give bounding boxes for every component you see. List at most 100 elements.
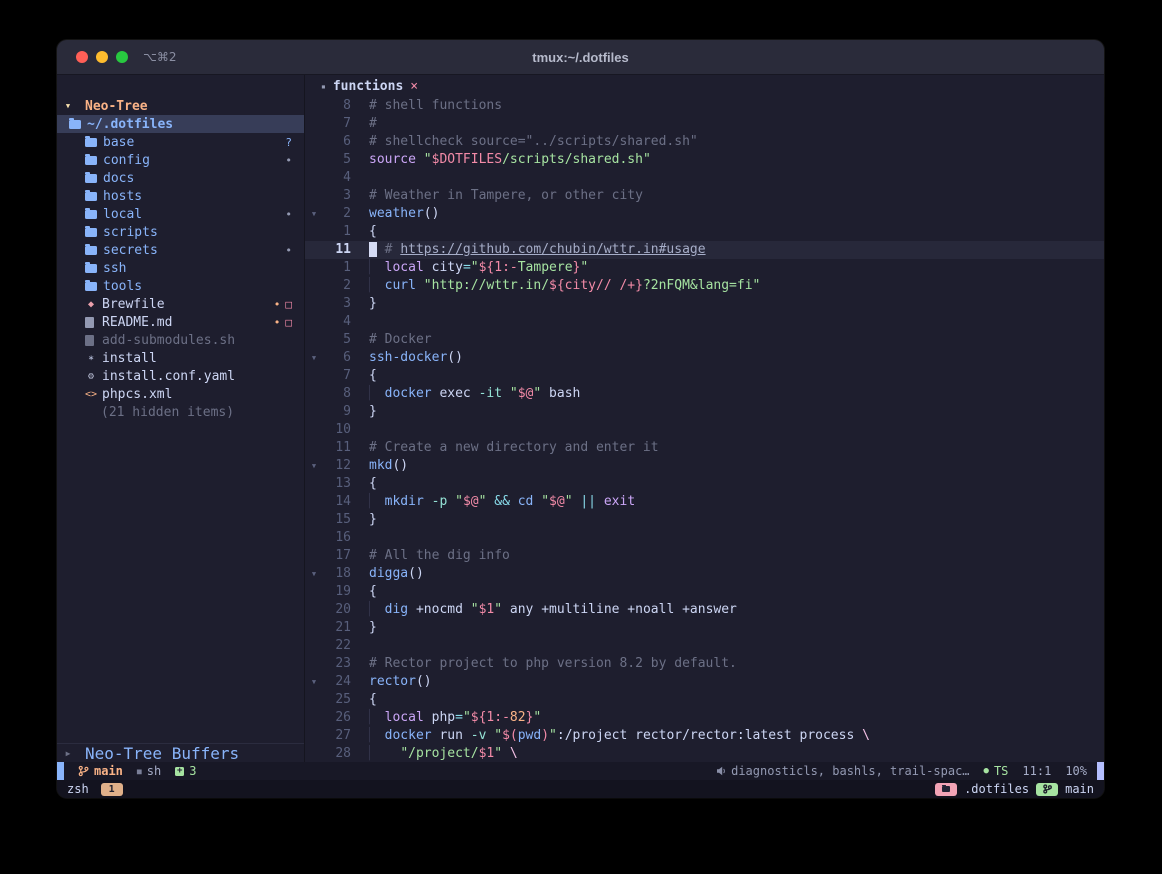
code-token: # shellcheck source="../scripts/shared.s… [369, 134, 698, 149]
line-number: 11 [323, 439, 351, 457]
terminal-window: ⌥⌘2 tmux:~/.dotfiles ▼ Neo-Tree ~/.dotfi… [57, 40, 1104, 798]
neo-tree-buffers-section[interactable]: ▶ Neo-Tree Buffers [57, 744, 304, 762]
tree-item-ssh[interactable]: ssh [57, 259, 304, 277]
code-line[interactable]: 11 # https://github.com/chubin/wttr.in#u… [305, 241, 1104, 259]
code-token: () [416, 674, 432, 689]
code-line[interactable]: 15} [305, 511, 1104, 529]
tree-item-label: docs [103, 171, 134, 186]
code-line[interactable]: 7{ [305, 367, 1104, 385]
fold-indicator[interactable]: ▼ [305, 457, 323, 475]
code-token: } [369, 620, 377, 635]
code-token: ▏ [369, 494, 385, 509]
code-token: docker [385, 386, 432, 401]
code-line[interactable]: 19{ [305, 583, 1104, 601]
code-area[interactable]: 8# shell functions7#6 # shellcheck source… [305, 97, 1104, 762]
code-token: () [392, 458, 408, 473]
code-line[interactable]: 6 # shellcheck source="../scripts/shared.… [305, 133, 1104, 151]
fold-indicator[interactable]: ▼ [305, 673, 323, 691]
sidebar-bottom: ▶ Neo-Tree Buffers [57, 743, 304, 762]
line-number: 10 [323, 421, 351, 439]
code-line[interactable]: 5# Docker [305, 331, 1104, 349]
code-line[interactable]: 22 [305, 637, 1104, 655]
line-text: # Weather in Tampere, or other city [369, 187, 643, 205]
code-line[interactable]: 8▏ docker exec -it "$@" bash [305, 385, 1104, 403]
code-line[interactable]: 11# Create a new directory and enter it [305, 439, 1104, 457]
code-line[interactable]: 17# All the dig info [305, 547, 1104, 565]
code-line[interactable]: 27▏ docker run -v "$(pwd)":/project rect… [305, 727, 1104, 745]
code-line[interactable]: 8# shell functions [305, 97, 1104, 115]
code-token: "http://wttr.in/ [424, 278, 549, 293]
code-line[interactable]: 3} [305, 295, 1104, 313]
code-line[interactable]: 5source "$DOTFILES/scripts/shared.sh" [305, 151, 1104, 169]
tree-item--.dotfiles[interactable]: ~/.dotfiles [57, 115, 304, 133]
tree-item-base[interactable]: base? [57, 133, 304, 151]
code-token [502, 386, 510, 401]
tmux-window-index-badge[interactable]: 1 [101, 783, 123, 796]
tree-item-brewfile[interactable]: ◆Brewfile•□ [57, 295, 304, 313]
code-line[interactable]: ▼6ssh-docker() [305, 349, 1104, 367]
tree-item-add-submodules.sh[interactable]: add-submodules.sh [57, 331, 304, 349]
tree-item-label: install.conf.yaml [102, 369, 235, 384]
tab-close-icon[interactable]: × [410, 79, 418, 94]
folder-icon [942, 786, 950, 792]
code-token: exec [432, 386, 479, 401]
code-line[interactable]: 3# Weather in Tampere, or other city [305, 187, 1104, 205]
code-token: curl [385, 278, 416, 293]
code-line[interactable]: 9} [305, 403, 1104, 421]
tree-item-install[interactable]: ∗install [57, 349, 304, 367]
tree-item-secrets[interactable]: secrets• [57, 241, 304, 259]
line-number: 6 [323, 133, 351, 151]
code-line[interactable]: ▼24rector() [305, 673, 1104, 691]
tab-functions[interactable]: ▪ functions × [321, 79, 418, 94]
line-text: mkd() [369, 457, 408, 475]
line-number: 5 [323, 151, 351, 169]
line-text: ▏ curl "http://wttr.in/${city// /+}?2nFQ… [369, 277, 760, 295]
fold-indicator[interactable]: ▼ [305, 205, 323, 223]
lsp-clients-list: diagnosticls, bashls, trail-spac… [731, 764, 969, 778]
tmux-directory-label: .dotfiles [964, 782, 1029, 796]
code-token [447, 494, 455, 509]
tree-item-docs[interactable]: docs [57, 169, 304, 187]
code-line[interactable]: ▼12mkd() [305, 457, 1104, 475]
code-line[interactable]: 7# [305, 115, 1104, 133]
tree-item-scripts[interactable]: scripts [57, 223, 304, 241]
fold-indicator[interactable]: ▼ [305, 349, 323, 367]
code-token [424, 494, 432, 509]
zoom-window-button[interactable] [116, 51, 128, 63]
tree-item-readme.md[interactable]: README.md•□ [57, 313, 304, 331]
tree-item-config[interactable]: config• [57, 151, 304, 169]
tree-item-local[interactable]: local• [57, 205, 304, 223]
scroll-progress: 10% [1065, 764, 1087, 778]
fold-indicator[interactable]: ▼ [305, 565, 323, 583]
code-line[interactable]: 16 [305, 529, 1104, 547]
code-line[interactable]: 1▏ local city="${1:-Tampere}" [305, 259, 1104, 277]
code-line[interactable]: 28▏ "/project/$1" \ [305, 745, 1104, 762]
code-line[interactable]: ▼18digga() [305, 565, 1104, 583]
code-line[interactable]: 2▏ curl "http://wttr.in/${city// /+}?2nF… [305, 277, 1104, 295]
code-line[interactable]: 13{ [305, 475, 1104, 493]
tree-item-hosts[interactable]: hosts [57, 187, 304, 205]
fold-indicator [305, 727, 323, 745]
tree-item-label: hosts [103, 189, 142, 204]
tree-item-install.conf.yaml[interactable]: ⚙install.conf.yaml [57, 367, 304, 385]
tree-item-phpcs.xml[interactable]: <>phpcs.xml [57, 385, 304, 403]
minimize-window-button[interactable] [96, 51, 108, 63]
traffic-lights [57, 51, 128, 63]
code-line[interactable]: 21} [305, 619, 1104, 637]
close-window-button[interactable] [76, 51, 88, 63]
code-line[interactable]: 1{ [305, 223, 1104, 241]
code-line[interactable]: 4 [305, 313, 1104, 331]
code-line[interactable]: ▼2weather() [305, 205, 1104, 223]
code-line[interactable]: 20▏ dig +nocmd "$1" any +multiline +noal… [305, 601, 1104, 619]
titlebar[interactable]: ⌥⌘2 tmux:~/.dotfiles [57, 40, 1104, 75]
link-url[interactable]: https://github.com/chubin/wttr.in#usage [400, 242, 705, 257]
code-line[interactable]: 10 [305, 421, 1104, 439]
line-text: ▏ docker exec -it "$@" bash [369, 385, 580, 403]
code-line[interactable]: 4 [305, 169, 1104, 187]
code-line[interactable]: 26▏ local php="${1:-82}" [305, 709, 1104, 727]
code-line[interactable]: 14▏ mkdir -p "$@" && cd "$@" || exit [305, 493, 1104, 511]
code-line[interactable]: 23# Rector project to php version 8.2 by… [305, 655, 1104, 673]
tree-item-tools[interactable]: tools [57, 277, 304, 295]
folder-icon [85, 264, 97, 273]
code-line[interactable]: 25{ [305, 691, 1104, 709]
